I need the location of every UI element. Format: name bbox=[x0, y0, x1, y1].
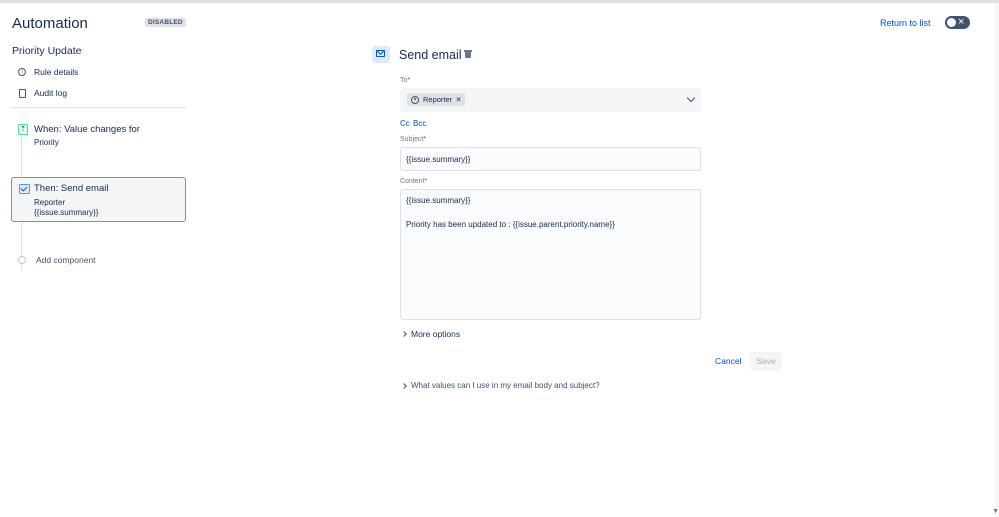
toggle-knob bbox=[947, 18, 956, 27]
subject-input[interactable]: {{issue.summary}} bbox=[400, 147, 701, 171]
scroll-down-icon[interactable]: ▼ bbox=[992, 508, 999, 515]
action-title: Then: Send email bbox=[34, 183, 109, 194]
action-detail-recipient: Reporter bbox=[34, 198, 66, 207]
bcc-link[interactable]: Bcc bbox=[413, 119, 426, 128]
to-label: To* bbox=[400, 77, 411, 84]
content-label: Content* bbox=[400, 178, 428, 185]
help-values-label: What values can I use in my email body a… bbox=[411, 381, 600, 390]
top-border bbox=[0, 0, 999, 3]
sidebar-item-rule-details[interactable]: i Rule details bbox=[18, 67, 78, 77]
user-icon bbox=[411, 95, 419, 104]
email-icon bbox=[19, 184, 30, 194]
trigger-detail: Priority bbox=[34, 138, 59, 147]
chevron-right-icon bbox=[401, 382, 407, 389]
content-textarea[interactable]: {{issue.summary}} Priority has been upda… bbox=[400, 189, 701, 320]
trigger-title: When: Value changes for bbox=[34, 124, 140, 135]
subject-label: Subject* bbox=[400, 136, 427, 143]
cancel-button[interactable]: Cancel bbox=[715, 356, 741, 366]
rule-enable-toggle[interactable]: × bbox=[945, 16, 970, 29]
content-line-2: Priority has been updated to : {{issue.p… bbox=[406, 220, 615, 229]
trigger-icon: ⇡ bbox=[18, 124, 28, 135]
info-icon: i bbox=[18, 68, 26, 76]
add-component-dot-icon bbox=[18, 256, 26, 264]
scrollbar[interactable] bbox=[995, 3, 999, 517]
cc-link[interactable]: Cc bbox=[400, 119, 410, 128]
add-component-button[interactable]: Add component bbox=[18, 255, 96, 265]
email-icon bbox=[372, 46, 390, 63]
sidebar-item-label: Rule details bbox=[34, 67, 79, 77]
add-component-label: Add component bbox=[36, 255, 96, 265]
action-component-selected[interactable]: Then: Send email Reporter {{issue.summar… bbox=[11, 177, 186, 222]
more-options-toggle[interactable]: More options bbox=[401, 329, 461, 339]
chevron-right-icon bbox=[401, 331, 407, 337]
help-values-toggle[interactable]: What values can I use in my email body a… bbox=[401, 381, 600, 390]
recipient-chip: Reporter × bbox=[407, 93, 465, 106]
divider bbox=[12, 107, 187, 108]
remove-chip-icon[interactable]: × bbox=[456, 95, 461, 104]
status-badge: DISABLED bbox=[145, 18, 186, 27]
panel-title: Send email bbox=[399, 48, 462, 62]
rule-name: Priority Update bbox=[12, 45, 82, 57]
chevron-down-icon[interactable] bbox=[686, 93, 696, 103]
subject-value: {{issue.summary}} bbox=[406, 155, 471, 164]
sidebar-item-audit-log[interactable]: Audit log bbox=[18, 88, 67, 98]
trash-icon[interactable] bbox=[464, 50, 472, 58]
chip-label: Reporter bbox=[423, 95, 453, 104]
to-select[interactable]: Reporter × bbox=[400, 88, 701, 112]
sidebar-item-label: Audit log bbox=[34, 88, 68, 98]
action-detail-subject: {{issue.summary}} bbox=[34, 208, 99, 217]
content-line-1: {{issue.summary}} bbox=[406, 196, 471, 205]
close-icon: × bbox=[958, 16, 965, 28]
more-options-label: More options bbox=[411, 329, 461, 339]
save-button[interactable]: Save bbox=[750, 352, 782, 371]
return-to-list-link[interactable]: Return to list bbox=[880, 18, 931, 28]
document-icon bbox=[18, 88, 26, 98]
page-title: Automation bbox=[12, 15, 88, 32]
